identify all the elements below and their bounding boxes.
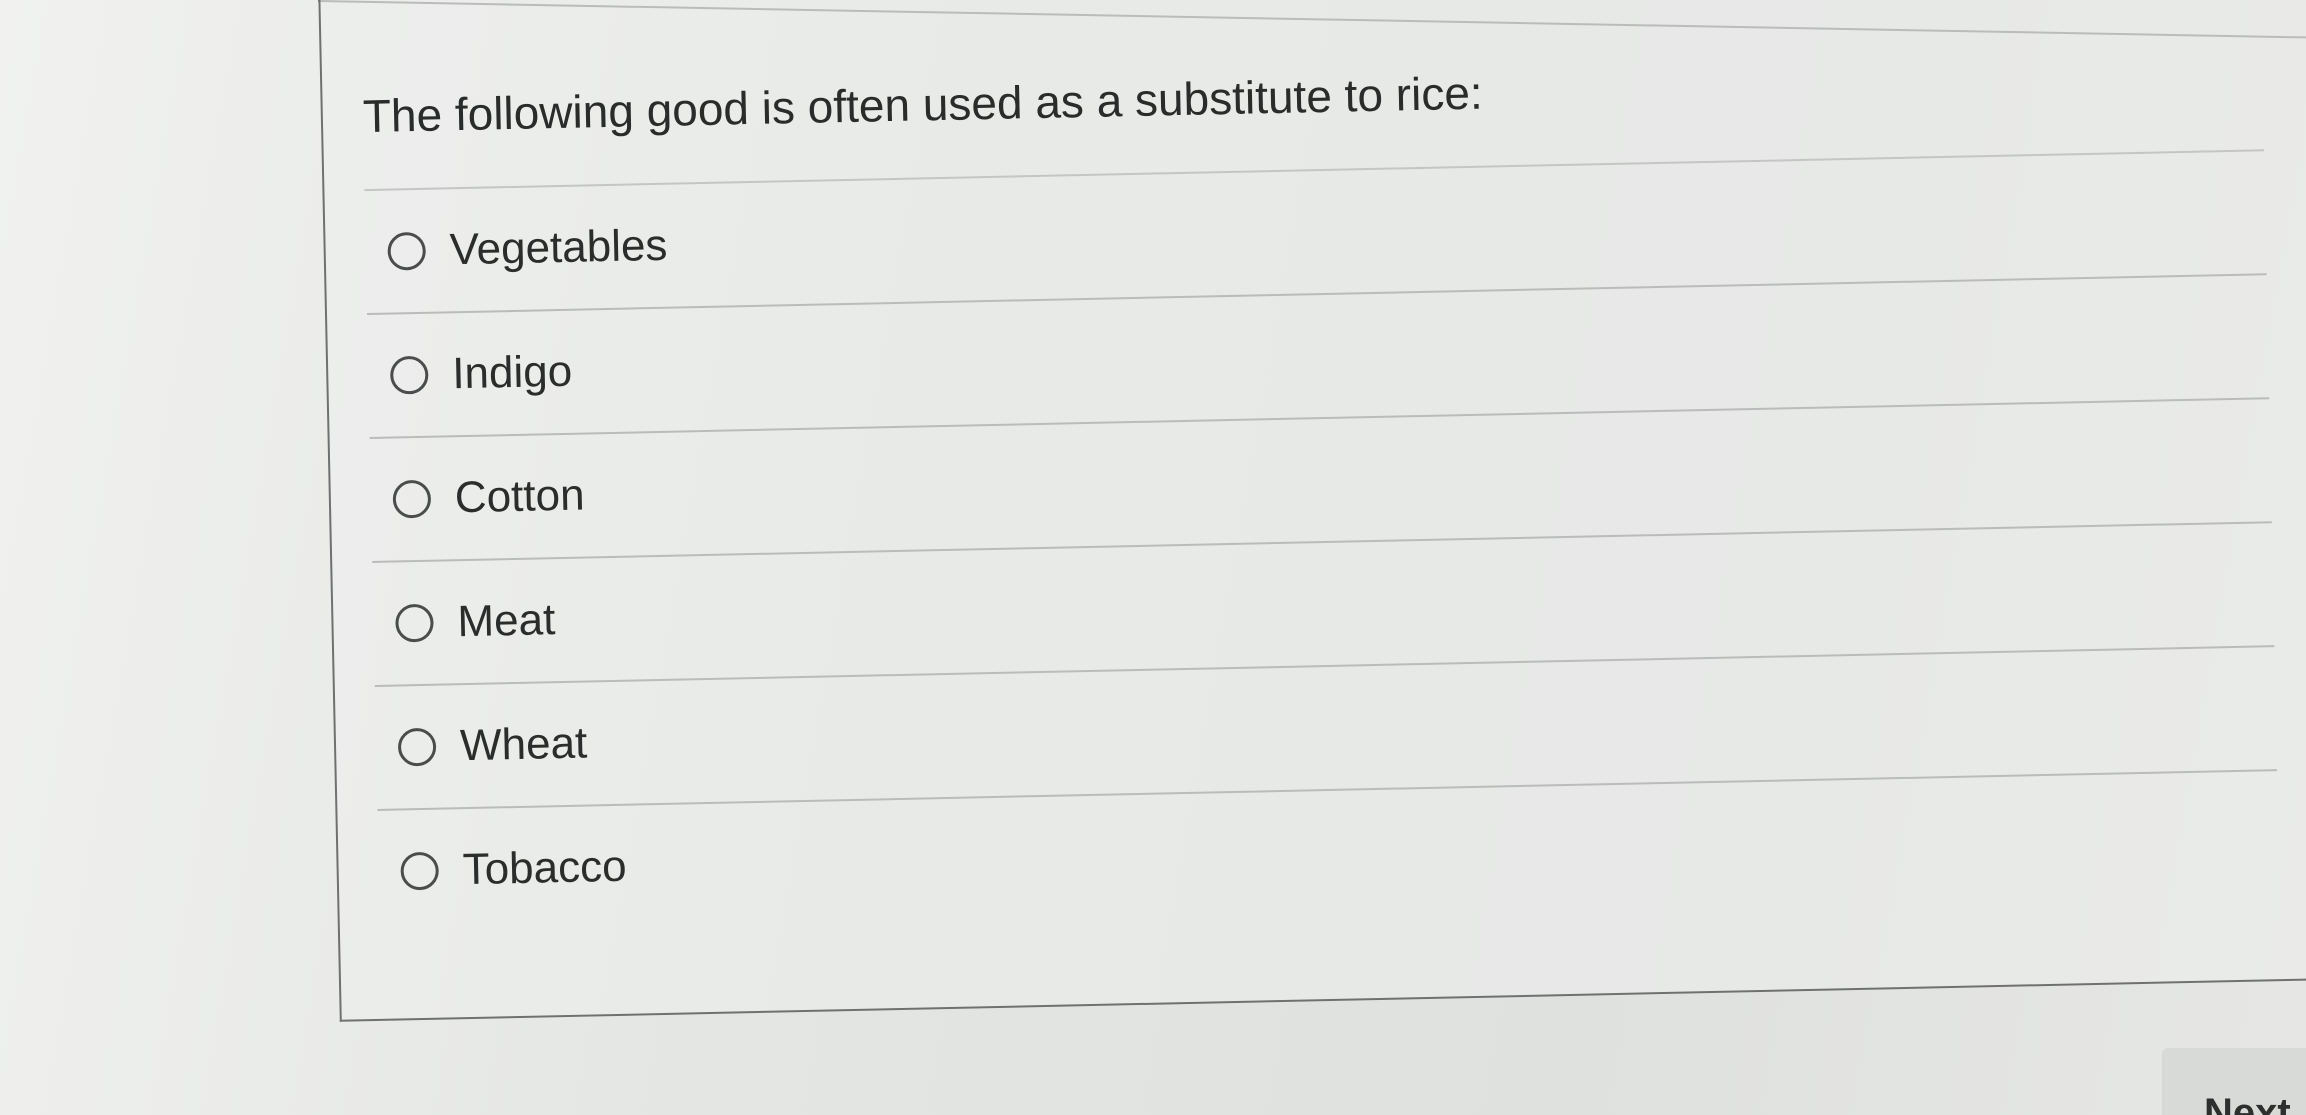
radio-button[interactable] (400, 851, 440, 891)
radio-button[interactable] (387, 231, 427, 271)
option-label: Meat (456, 595, 556, 647)
option-label: Cotton (454, 470, 585, 523)
option-label: Indigo (451, 346, 573, 399)
question-prompt: The following good is often used as a su… (362, 66, 1484, 143)
radio-button[interactable] (395, 603, 434, 643)
radio-button[interactable] (397, 727, 437, 767)
option-label: Wheat (459, 718, 588, 771)
answer-options: Vegetables Indigo Cotton Meat Wheat Toba… (364, 149, 2280, 933)
next-button[interactable]: Next (2162, 1048, 2306, 1115)
option-label: Vegetables (449, 220, 668, 275)
radio-button[interactable] (392, 479, 432, 519)
option-label: Tobacco (462, 841, 628, 895)
question-card: The following good is often used as a su… (318, 0, 2306, 1022)
quiz-screen: The following good is often used as a su… (0, 0, 2306, 1115)
radio-button[interactable] (389, 355, 429, 395)
